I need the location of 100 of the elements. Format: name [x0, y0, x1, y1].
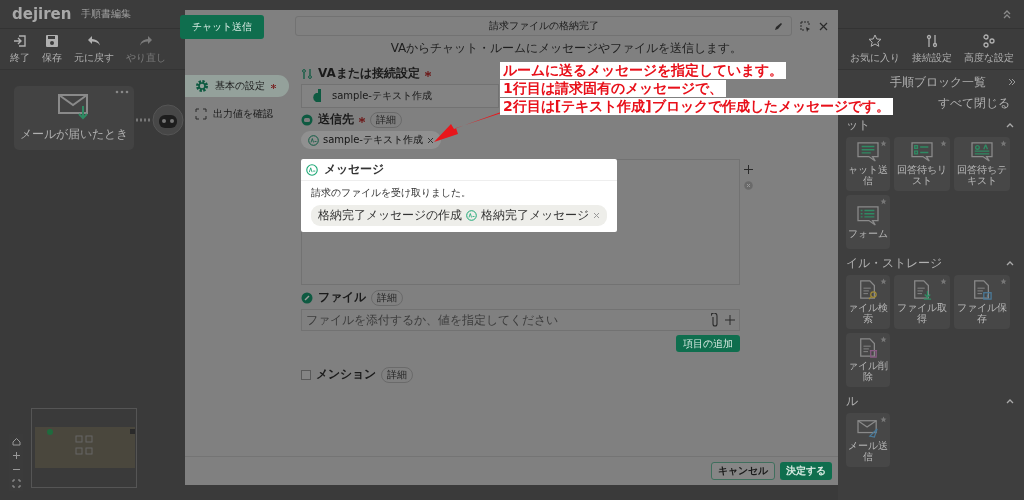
toolbar-glyph-icon — [982, 33, 996, 48]
group-header[interactable]: ル — [846, 391, 1020, 411]
star-icon[interactable] — [940, 278, 947, 285]
block-label: ァイル検索 — [847, 302, 889, 324]
block-label: ファイル保存 — [956, 302, 1008, 324]
nav-item[interactable]: 出力値を確認 — [185, 103, 289, 125]
remove-icon[interactable] — [593, 212, 600, 219]
block-label: 回答待ちリスト — [896, 164, 948, 186]
frame-icon — [195, 108, 207, 120]
block-type-tab[interactable]: チャット送信 — [180, 15, 264, 39]
minimap[interactable] — [31, 408, 137, 488]
block-tile[interactable]: ファイル取得 — [894, 275, 950, 329]
add-icon[interactable] — [725, 315, 735, 325]
message-text: 請求のファイルを受け取りました。 — [311, 186, 471, 200]
connection-icon — [301, 67, 313, 80]
block-label: ァイル削除 — [847, 360, 889, 382]
home-icon[interactable] — [11, 437, 21, 446]
expand-panel-icon[interactable] — [1008, 78, 1016, 86]
toolbar-button[interactable]: お気に入り — [844, 33, 906, 65]
toolbar-glyph-icon — [925, 33, 939, 48]
toolbar-button[interactable]: 保存 — [36, 33, 68, 65]
toolbar-button[interactable]: 終了 — [4, 33, 36, 65]
star-icon[interactable] — [880, 278, 887, 285]
zoom-in-icon[interactable] — [11, 451, 21, 460]
block-tile[interactable]: ァイル検索 — [846, 275, 890, 329]
block-tile[interactable]: ァイル削除 — [846, 333, 890, 387]
panel-title: 手順ブロック一覧 — [890, 73, 986, 91]
star-icon[interactable] — [880, 140, 887, 147]
dialog-subtitle: VAからチャット・ルームにメッセージやファイルを送信します。 — [389, 40, 744, 57]
paperclip-icon[interactable] — [711, 313, 719, 327]
block-label: ャット送信 — [847, 164, 889, 186]
add-item-button[interactable]: 項目の追加 — [676, 335, 740, 352]
variable-chip[interactable]: 格納完了メッセージの作成 格納完了メッセージ — [311, 205, 607, 226]
text-variable-icon — [466, 210, 477, 221]
block-tile[interactable]: ファイル保存 — [954, 275, 1010, 329]
block-tile[interactable]: 回答待ちリスト — [894, 137, 950, 191]
confirm-button[interactable]: 決定する — [780, 462, 832, 480]
star-icon[interactable] — [940, 140, 947, 147]
toolbar-button[interactable]: 高度な設定 — [958, 33, 1020, 65]
add-icon[interactable] — [744, 165, 753, 174]
select-frame-icon[interactable] — [800, 20, 811, 32]
field-label: VAまたは接続設定 — [318, 65, 420, 82]
field-label: メンション — [316, 366, 376, 383]
star-icon[interactable] — [1000, 278, 1007, 285]
toolbar-button[interactable]: 元に戻す — [68, 33, 120, 65]
nav-item[interactable]: 基本の設定 — [185, 75, 289, 97]
cancel-button[interactable]: キャンセル — [711, 462, 775, 480]
text-variable-icon — [306, 163, 318, 176]
group-header[interactable]: ット — [846, 115, 1020, 135]
block-label: ファイル取得 — [896, 302, 948, 324]
block-tile[interactable]: 回答待ちテキスト — [954, 137, 1010, 191]
annotation-text: 1行目は請求固有のメッセージで、 — [500, 80, 726, 97]
trigger-node[interactable]: メールが届いたとき — [14, 86, 134, 150]
block-glyph-icon — [971, 142, 993, 162]
remove-icon[interactable] — [744, 181, 753, 190]
block-label: フォーム — [847, 227, 889, 239]
star-icon[interactable] — [880, 416, 887, 423]
collapse-all-button[interactable]: すべて閉じる — [932, 94, 1016, 113]
block-glyph-icon — [857, 338, 879, 358]
close-icon[interactable] — [819, 21, 828, 31]
title-field[interactable]: 請求ファイルの格納完了 — [295, 16, 792, 36]
block-glyph-icon — [857, 280, 879, 300]
remove-icon[interactable] — [426, 136, 434, 144]
block-glyph-icon — [911, 142, 933, 162]
toolbar-button[interactable]: 接続設定 — [906, 33, 958, 65]
group-header[interactable]: イル・ストレージ — [846, 253, 1020, 273]
fit-view-icon[interactable] — [11, 479, 21, 488]
field-label: ファイル — [318, 289, 366, 306]
collapse-icon[interactable] — [1002, 9, 1012, 19]
more-icon[interactable] — [115, 90, 129, 94]
block-glyph-icon — [857, 418, 879, 438]
connection-field[interactable]: sample-テキスト作成 — [301, 84, 499, 108]
star-icon[interactable] — [1000, 140, 1007, 147]
group-title: ル — [846, 392, 858, 410]
gear-icon — [195, 79, 209, 93]
page-title: 手順書編集 — [81, 7, 132, 21]
star-icon[interactable] — [880, 336, 887, 343]
file-variable-icon — [301, 291, 313, 304]
connector-line — [136, 118, 150, 122]
checkbox[interactable] — [301, 369, 311, 380]
robot-icon — [301, 113, 313, 126]
edit-icon[interactable] — [774, 21, 783, 31]
block-tile[interactable]: ャット送信 — [846, 137, 890, 191]
text-variable-icon — [308, 134, 319, 146]
star-icon[interactable] — [880, 198, 887, 205]
block-glyph-icon — [911, 280, 933, 300]
block-glyph-icon — [857, 142, 879, 162]
app-logo: dejiren — [12, 5, 72, 23]
annotation-text: 2行目は[テキスト作成]ブロックで作成したメッセージです。 — [500, 98, 893, 115]
toolbar-glyph-icon — [13, 33, 27, 48]
group-title: イル・ストレージ — [846, 254, 942, 272]
message-field[interactable]: メッセージ 請求のファイルを受け取りました。 格納完了メッセージの作成 格納完了メッセージ — [301, 159, 740, 285]
block-tile[interactable]: メール送信 — [846, 413, 890, 467]
variable-chip[interactable]: sample-テキスト作成 — [301, 131, 441, 149]
mail-received-icon — [58, 93, 90, 120]
field-label: 送信先 — [318, 111, 354, 128]
block-tile[interactable]: フォーム — [846, 195, 890, 249]
block-glyph-icon — [971, 280, 993, 300]
annotation-text: ルームに送るメッセージを指定しています。 — [500, 62, 786, 79]
service-logo-icon — [310, 89, 322, 103]
